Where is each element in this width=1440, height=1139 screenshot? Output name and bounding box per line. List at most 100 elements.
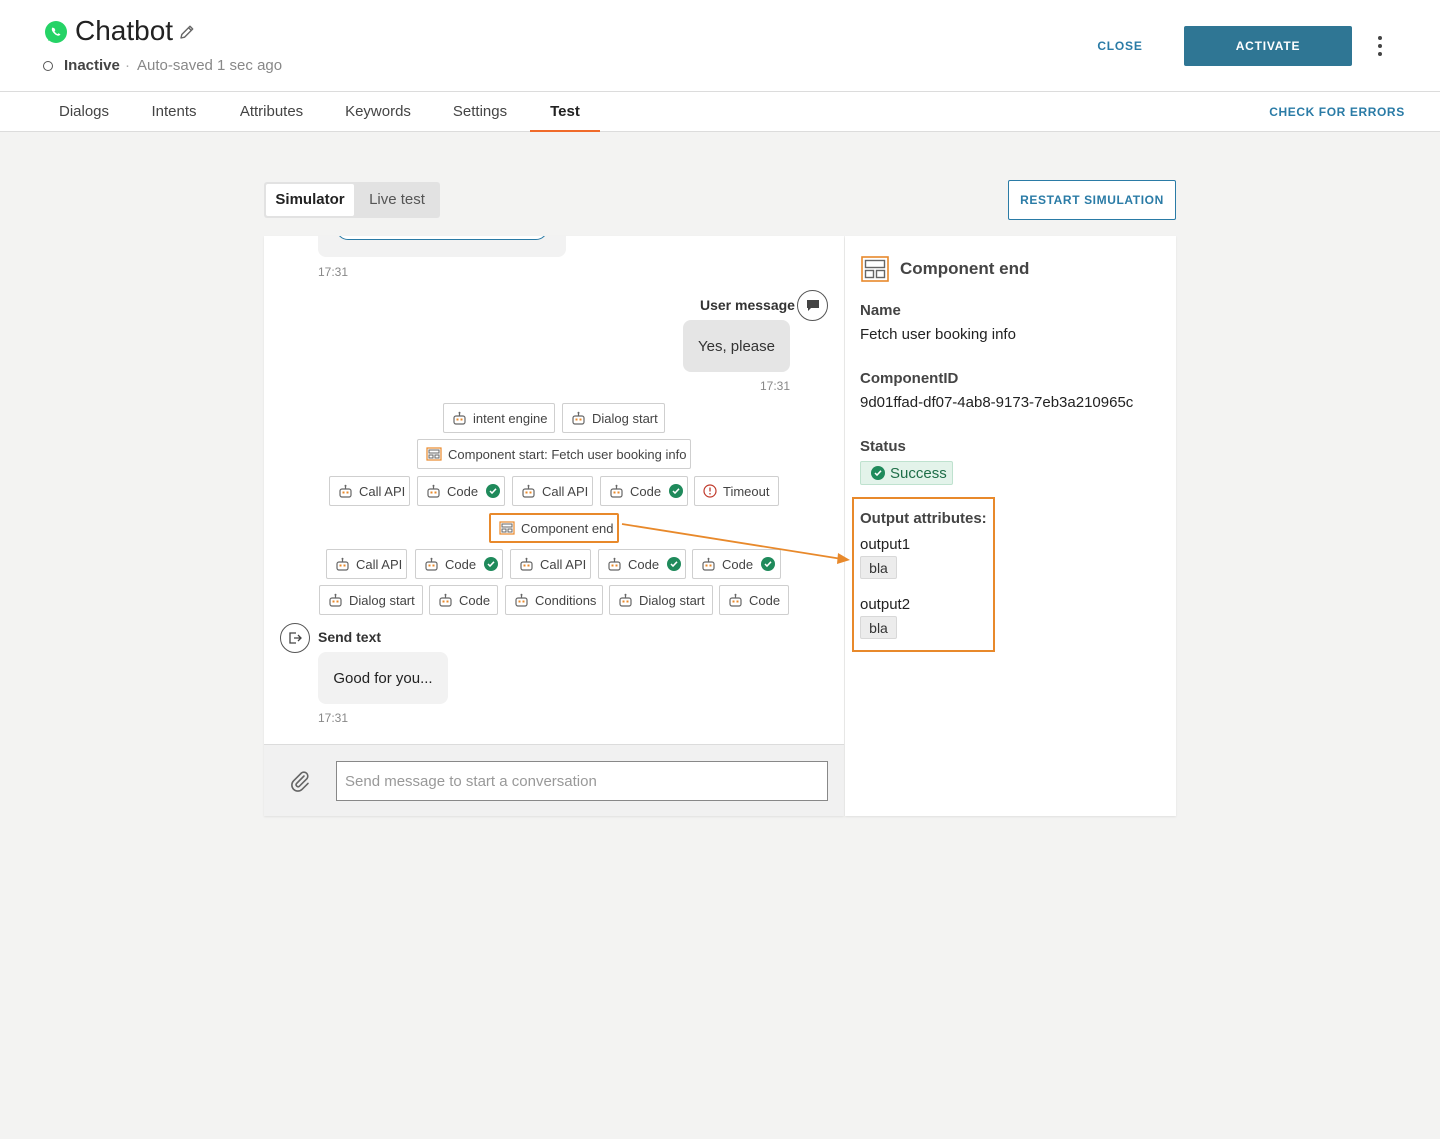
robot-icon [729, 593, 742, 607]
autosave-text: Auto-saved 1 sec ago [137, 57, 283, 74]
chip-label: Code [722, 556, 754, 572]
check-circle-icon [486, 484, 501, 498]
trace-chip-code[interactable]: Code [600, 476, 688, 506]
timeout-icon [703, 484, 717, 498]
trace-chip-intent-engine[interactable]: intent engine [443, 403, 555, 433]
output-value: bla [860, 556, 897, 579]
restart-simulation-button[interactable]: RESTART SIMULATION [1008, 180, 1176, 220]
timestamp: 17:31 [318, 265, 349, 279]
details-title: Component end [900, 259, 1030, 278]
output-value: bla [860, 616, 897, 639]
robot-icon [572, 411, 585, 425]
status-badge: Success [860, 461, 953, 485]
chip-label: Component start: Fetch user booking info [448, 446, 687, 462]
trace-chip-component-start[interactable]: Component start: Fetch user booking info [417, 439, 691, 469]
previous-message-button[interactable] [336, 236, 548, 240]
message-composer [264, 744, 844, 816]
chip-label: Code [445, 556, 477, 572]
trace-chip-timeout[interactable]: Timeout [694, 476, 779, 506]
chip-label: Code [447, 483, 479, 499]
tab-settings[interactable]: Settings [435, 92, 525, 132]
page-title: Chatbot [75, 15, 174, 46]
chip-label: intent engine [473, 410, 548, 426]
trace-chip-code[interactable]: Code [598, 549, 686, 579]
trace-chip-dialog-start[interactable]: Dialog start [319, 585, 423, 615]
trace-chip-dialog-start[interactable]: Dialog start [562, 403, 665, 433]
timestamp: 17:31 [760, 379, 791, 393]
robot-icon [453, 411, 466, 425]
robot-icon [619, 593, 632, 607]
check-circle-icon [761, 557, 776, 571]
trace-chip-code[interactable]: Code [692, 549, 781, 579]
component-id-label: ComponentID [860, 370, 959, 387]
separator: · [125, 57, 130, 74]
pencil-icon[interactable] [178, 23, 196, 41]
robot-icon [439, 593, 452, 607]
status-label: Inactive [64, 57, 120, 74]
output-name: output2 [860, 596, 911, 613]
tab-dialogs[interactable]: Dialogs [42, 92, 126, 132]
trace-chip-code[interactable]: Code [429, 585, 498, 615]
user-message-label: User message [700, 297, 795, 313]
trace-chip-call-api[interactable]: Call API [510, 549, 591, 579]
chip-label: Code [459, 592, 491, 608]
chip-label: Call API [540, 556, 587, 572]
more-options-icon[interactable] [1370, 34, 1390, 58]
robot-icon [336, 557, 349, 571]
trace-chip-call-api[interactable]: Call API [329, 476, 410, 506]
chip-label: Component end [521, 520, 614, 536]
chip-label: Call API [356, 556, 403, 572]
check-circle-icon [484, 557, 499, 571]
tab-attributes[interactable]: Attributes [222, 92, 321, 132]
trace-chip-code[interactable]: Code [415, 549, 503, 579]
simulator-tab[interactable]: Simulator [266, 184, 354, 216]
robot-icon [515, 593, 528, 607]
robot-icon [702, 557, 715, 571]
top-bar: Chatbot Inactive · Auto-saved 1 sec ago … [0, 0, 1440, 92]
trace-chip-call-api[interactable]: Call API [326, 549, 407, 579]
user-message-bubble: Yes, please [683, 320, 790, 372]
chat-bubble-icon [797, 290, 828, 321]
component-icon [499, 521, 515, 535]
robot-icon [522, 484, 535, 498]
tab-bar: Dialogs Intents Attributes Keywords Sett… [0, 92, 1440, 132]
activate-button[interactable]: ACTIVATE [1184, 26, 1352, 66]
component-id-value: 9d01ffad-df07-4ab8-9173-7eb3a210965c [860, 394, 1134, 411]
tab-intents[interactable]: Intents [133, 92, 215, 132]
component-icon [426, 447, 442, 461]
close-button[interactable]: CLOSE [1086, 26, 1154, 66]
chat-panel: 17:31 User message Yes, please 17:31 int… [264, 236, 844, 816]
timestamp: 17:31 [318, 711, 349, 725]
robot-icon [339, 484, 352, 498]
bot-message-bubble: Good for you... [318, 652, 448, 704]
robot-icon [329, 593, 342, 607]
trace-chip-component-end[interactable]: Component end [489, 513, 619, 543]
trace-chip-conditions[interactable]: Conditions [505, 585, 603, 615]
mode-switch: Simulator Live test [264, 182, 440, 218]
output-name: output1 [860, 536, 911, 553]
message-input[interactable] [336, 761, 828, 801]
tab-test[interactable]: Test [530, 92, 600, 132]
trace-chip-code[interactable]: Code [417, 476, 505, 506]
check-circle-icon [871, 466, 885, 480]
trace-chip-code[interactable]: Code [719, 585, 789, 615]
trace-chip-dialog-start[interactable]: Dialog start [609, 585, 713, 615]
output-attributes-label: Output attributes: [860, 510, 987, 527]
trace-chip-call-api[interactable]: Call API [512, 476, 593, 506]
check-for-errors-button[interactable]: CHECK FOR ERRORS [1262, 92, 1412, 132]
status-indicator-icon [43, 61, 53, 71]
chip-label: Code [749, 592, 781, 608]
robot-icon [520, 557, 533, 571]
whatsapp-icon [45, 21, 67, 43]
chip-label: Dialog start [639, 592, 705, 608]
name-value: Fetch user booking info [860, 326, 1016, 343]
paperclip-icon[interactable] [288, 769, 312, 793]
chip-label: Code [630, 483, 662, 499]
chip-label: Call API [542, 483, 589, 499]
chip-label: Call API [359, 483, 406, 499]
tab-keywords[interactable]: Keywords [328, 92, 428, 132]
robot-icon [610, 484, 623, 498]
send-text-icon [280, 623, 310, 653]
component-details-panel: Component end Name Fetch user booking in… [845, 236, 1176, 816]
live-test-tab[interactable]: Live test [356, 184, 438, 216]
